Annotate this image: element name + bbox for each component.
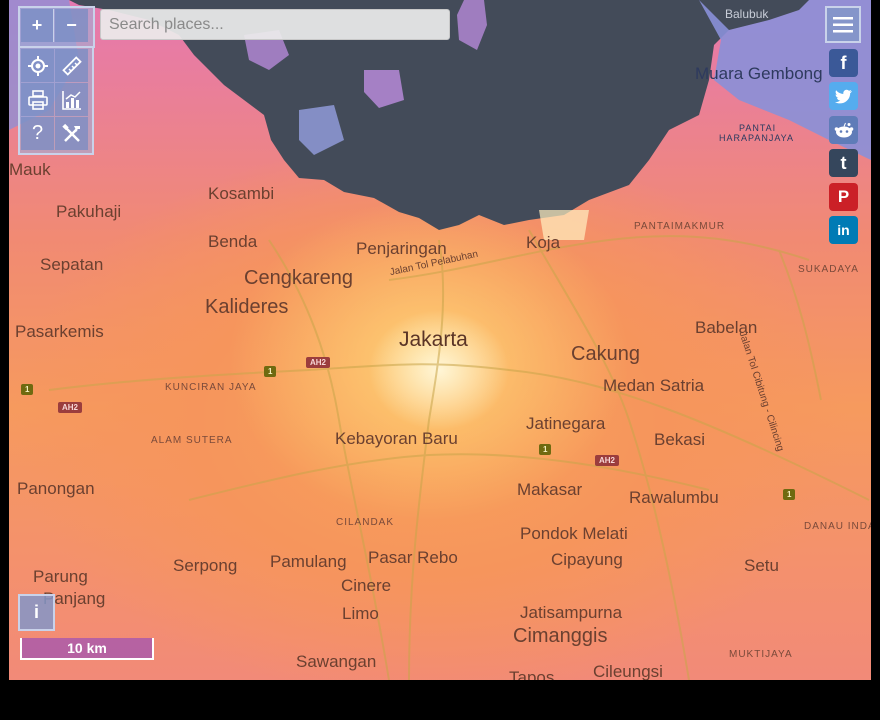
route-shield: AH2 bbox=[306, 357, 331, 368]
route-shield: 1 bbox=[783, 489, 796, 500]
route-shield: AH2 bbox=[595, 455, 620, 466]
place-pondok-melati: Pondok Melati bbox=[520, 524, 628, 543]
info-button[interactable]: i bbox=[18, 594, 55, 631]
place-parung: Parung bbox=[33, 567, 88, 586]
measure-button[interactable] bbox=[55, 49, 88, 82]
tools-panel: ? bbox=[18, 46, 94, 155]
zoom-out-button[interactable]: − bbox=[55, 9, 88, 42]
place-balubuk: Balubuk bbox=[725, 7, 769, 21]
place-cimanggis: Cimanggis bbox=[513, 625, 608, 647]
place-penjaringan: Penjaringan bbox=[356, 239, 447, 258]
hamburger-icon bbox=[833, 16, 853, 32]
place-makasar: Makasar bbox=[517, 480, 583, 499]
twitter-share-button[interactable] bbox=[829, 82, 858, 110]
place-mauk: Mauk bbox=[9, 160, 51, 179]
place-kebayoran-baru: Kebayoran Baru bbox=[335, 429, 458, 448]
place-pasarkemis: Pasarkemis bbox=[15, 322, 104, 341]
help-button[interactable]: ? bbox=[21, 117, 54, 150]
place-pakuhaji: Pakuhaji bbox=[56, 202, 122, 221]
place-cakung: Cakung bbox=[571, 343, 640, 365]
place-alam-sutera: ALAM SUTERA bbox=[151, 435, 233, 446]
facebook-icon: f bbox=[840, 52, 847, 73]
place-jakarta: Jakarta bbox=[399, 328, 468, 351]
place-kalideres: Kalideres bbox=[205, 296, 289, 318]
pinterest-share-button[interactable]: P bbox=[829, 183, 858, 211]
linkedin-icon: in bbox=[837, 222, 850, 238]
place-cengkareng: Cengkareng bbox=[244, 267, 353, 289]
place-cinere: Cinere bbox=[341, 576, 392, 595]
place-sepatan: Sepatan bbox=[40, 255, 104, 274]
route-shield: 1 bbox=[264, 366, 277, 377]
pinterest-icon: P bbox=[837, 187, 850, 206]
facebook-share-button[interactable]: f bbox=[829, 49, 858, 77]
place-pantaimakmur: PANTAIMAKMUR bbox=[634, 221, 726, 232]
scale-label: 10 km bbox=[67, 640, 107, 656]
place-kosambi: Kosambi bbox=[208, 184, 275, 203]
chart-icon bbox=[61, 90, 81, 110]
place-pantai: PANTAI bbox=[739, 123, 777, 133]
place-cipayung: Cipayung bbox=[551, 550, 623, 569]
tumblr-icon: t bbox=[840, 152, 847, 173]
place-medan-satria: Medan Satria bbox=[603, 376, 705, 395]
crosshair-icon bbox=[27, 55, 48, 76]
place-setu: Setu bbox=[744, 556, 779, 575]
ruler-icon bbox=[61, 55, 82, 76]
place-tapos: Tapos bbox=[509, 668, 555, 680]
twitter-icon bbox=[834, 89, 852, 103]
route-shield: 1 bbox=[539, 444, 552, 455]
map-canvas[interactable]: Balubuk Muara Gembong PANTAI HARAPANJAYA… bbox=[9, 0, 871, 680]
place-benda: Benda bbox=[208, 232, 258, 251]
zoom-in-button[interactable]: + bbox=[21, 9, 54, 42]
scale-bar: 10 km bbox=[20, 638, 154, 660]
zoom-control: + − bbox=[18, 6, 95, 48]
place-muktijaya: MUKTIJAYA bbox=[729, 649, 793, 660]
place-serpong: Serpong bbox=[173, 556, 238, 575]
menu-button[interactable] bbox=[825, 6, 861, 43]
place-kunciran-jaya: KUNCIRAN JAYA bbox=[165, 382, 257, 393]
place-limo: Limo bbox=[342, 604, 379, 623]
place-pasar-rebo: Pasar Rebo bbox=[368, 548, 458, 567]
place-koja: Koja bbox=[526, 233, 561, 252]
place-pamulang: Pamulang bbox=[270, 552, 347, 571]
place-rawalumbu: Rawalumbu bbox=[629, 488, 719, 507]
place-cilandak: CILANDAK bbox=[336, 517, 395, 528]
info-icon: i bbox=[33, 602, 39, 622]
printer-icon bbox=[27, 89, 48, 110]
place-bekasi: Bekasi bbox=[654, 430, 706, 449]
route-shield: 1 bbox=[21, 384, 34, 395]
place-jatisampurna: Jatisampurna bbox=[520, 603, 623, 622]
tumblr-share-button[interactable]: t bbox=[829, 149, 858, 177]
tools-button[interactable] bbox=[55, 117, 88, 150]
tools-icon bbox=[61, 123, 80, 142]
search-input[interactable] bbox=[100, 9, 450, 40]
place-danau-indah: DANAU INDA bbox=[804, 521, 871, 532]
place-jatinegara: Jatinegara bbox=[526, 414, 606, 433]
place-sukadaya: SUKADAYA bbox=[798, 264, 859, 275]
place-harapanjaya: HARAPANJAYA bbox=[719, 133, 795, 143]
place-cileungsi: Cileungsi bbox=[593, 662, 663, 680]
place-panongan: Panongan bbox=[17, 479, 95, 498]
linkedin-share-button[interactable]: in bbox=[829, 216, 858, 244]
locate-button[interactable] bbox=[21, 49, 54, 82]
place-muara-gembong: Muara Gembong bbox=[695, 64, 823, 83]
route-shield: AH2 bbox=[58, 402, 83, 413]
chart-button[interactable] bbox=[55, 83, 88, 116]
place-sawangan: Sawangan bbox=[296, 652, 377, 671]
reddit-share-button[interactable] bbox=[829, 116, 858, 144]
reddit-icon bbox=[834, 122, 853, 138]
print-button[interactable] bbox=[21, 83, 54, 116]
